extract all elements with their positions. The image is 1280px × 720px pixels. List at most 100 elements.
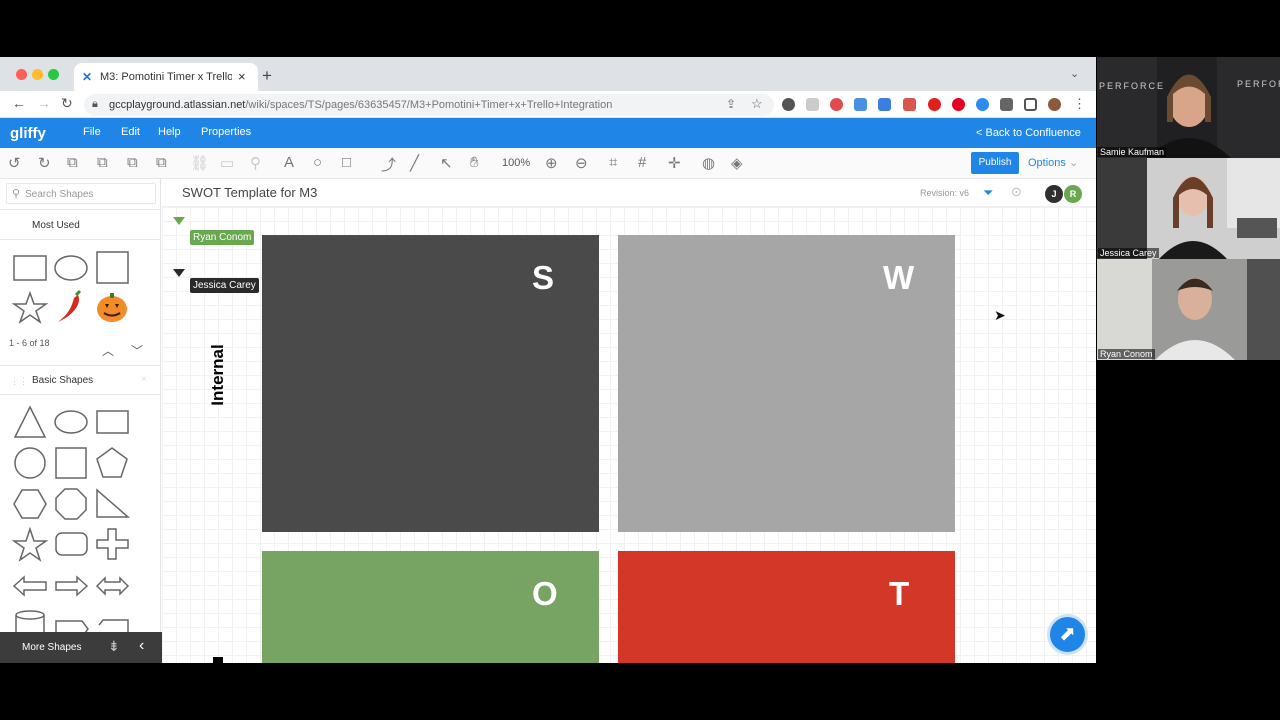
- circle-shape: [14, 447, 46, 479]
- copy-icon[interactable]: ⧉: [67, 154, 78, 171]
- line-tool-icon[interactable]: ╱: [410, 154, 419, 172]
- tab-close-icon[interactable]: ×: [238, 69, 246, 84]
- chevron-up-icon[interactable]: ︿: [102, 342, 114, 359]
- pumpkin-shape: [97, 296, 127, 322]
- browser-tab[interactable]: ✕ M3: Pomotini Timer x Trello Integratio…: [74, 63, 258, 91]
- zoom-window-button[interactable]: [48, 69, 59, 80]
- snap-icon[interactable]: ✛: [668, 154, 681, 172]
- address-bar-row: ← → ↻ 🔒︎ gccplayground.atlassian.net/wik…: [0, 91, 1096, 118]
- close-window-button[interactable]: [16, 69, 27, 80]
- kebab-menu-icon[interactable]: ⋮: [1073, 96, 1086, 112]
- shield-extension-icon[interactable]: [903, 98, 916, 111]
- play-icon[interactable]: ⊙: [1011, 184, 1022, 200]
- cursor-flag-icon: [173, 269, 185, 277]
- ellipse-shape: [54, 410, 88, 434]
- undo-icon[interactable]: ↺: [8, 154, 21, 172]
- duplicate-icon[interactable]: ⧉: [127, 154, 138, 171]
- participant-name: Ryan Conom: [1098, 349, 1155, 359]
- help-button[interactable]: ⬈: [1047, 614, 1088, 655]
- send-back-icon[interactable]: ⧉: [156, 154, 167, 171]
- document-title[interactable]: SWOT Template for M3: [182, 185, 317, 200]
- dark-mode-extension-icon[interactable]: [782, 98, 795, 111]
- close-section-icon[interactable]: ×: [141, 374, 147, 385]
- row-label-internal[interactable]: Internal: [201, 340, 231, 410]
- ellipse-tool-icon[interactable]: ○: [313, 154, 322, 171]
- theme-icon[interactable]: ◍: [702, 154, 715, 172]
- pointer-tool-icon[interactable]: ↖: [440, 154, 453, 172]
- forward-arrow-icon[interactable]: →: [37, 95, 51, 111]
- swot-weaknesses-box[interactable]: W: [618, 235, 955, 532]
- opera-extension-icon[interactable]: [928, 98, 941, 111]
- participant-video-image: [1097, 158, 1280, 259]
- basic-shapes-grid: [11, 405, 131, 640]
- quadrant-letter: O: [532, 575, 558, 612]
- video-tile: PERFORCE PERFORCE Samie Kaufman: [1097, 57, 1280, 158]
- zoom-in-icon[interactable]: ⊕: [545, 154, 558, 172]
- menu-help[interactable]: Help: [158, 126, 181, 138]
- menu-file[interactable]: File: [83, 126, 101, 138]
- text-tool-icon[interactable]: A: [284, 154, 294, 171]
- filter-icon[interactable]: ⏷: [983, 185, 993, 201]
- rectangle-shape: [13, 255, 47, 281]
- collapse-icon[interactable]: ⇟: [108, 638, 120, 655]
- gliffy-header: gliffy File Edit Help Properties < Back …: [0, 118, 1096, 148]
- translate-extension-icon[interactable]: [878, 98, 891, 111]
- zoom-out-icon[interactable]: ⊖: [575, 154, 588, 172]
- profile-avatar[interactable]: [1048, 98, 1061, 111]
- hand-tool-icon[interactable]: ✋︎: [470, 154, 479, 171]
- layers-icon[interactable]: ◈: [731, 154, 743, 172]
- publish-button[interactable]: Publish: [971, 152, 1019, 174]
- extension-icon[interactable]: [806, 98, 819, 111]
- bookmark-star-icon[interactable]: ☆: [751, 96, 763, 112]
- revision-label[interactable]: Revision: v6: [920, 188, 969, 198]
- rounded-rectangle-shape: [55, 532, 88, 556]
- url-host: gccplayground.atlassian.net: [109, 99, 246, 111]
- crop-icon[interactable]: ⌗: [609, 154, 617, 171]
- triangle-shape: [13, 405, 47, 438]
- tab-search-chevron-icon[interactable]: ⌄: [1070, 67, 1079, 80]
- back-arrow-icon[interactable]: ←: [12, 95, 26, 111]
- swot-threats-box[interactable]: T: [618, 551, 955, 663]
- internal-label: Internal: [208, 344, 227, 405]
- menu-edit[interactable]: Edit: [121, 126, 140, 138]
- more-shapes-bar[interactable]: More Shapes ⇟ ‹: [0, 632, 168, 663]
- calendar-extension-icon[interactable]: [854, 98, 867, 111]
- more-shapes-label: More Shapes: [22, 642, 82, 653]
- collaborator-avatar[interactable]: R: [1064, 185, 1082, 203]
- search-shapes-input[interactable]: ⚲ Search Shapes: [6, 183, 156, 204]
- minimize-window-button[interactable]: [32, 69, 43, 80]
- new-tab-button[interactable]: +: [262, 66, 272, 86]
- todoist-extension-icon[interactable]: [830, 98, 843, 111]
- grid-icon[interactable]: #: [638, 154, 646, 171]
- link-icon[interactable]: ⛓: [190, 154, 209, 172]
- share-icon[interactable]: ⇪: [726, 97, 736, 111]
- redo-icon[interactable]: ↻: [38, 154, 51, 172]
- star-shape: [11, 290, 49, 324]
- row-label-external[interactable]: [201, 650, 231, 663]
- cross-shape: [96, 528, 129, 560]
- options-menu[interactable]: Options ⌄: [1028, 156, 1078, 169]
- format-painter-icon[interactable]: ⚲: [250, 154, 261, 172]
- ellipse-shape: [54, 255, 88, 281]
- collaborator-avatar[interactable]: J: [1045, 185, 1063, 203]
- options-label: Options: [1028, 157, 1066, 169]
- connector-tool-icon[interactable]: ⤴: [381, 154, 396, 175]
- rectangle-tool-icon[interactable]: □: [342, 154, 351, 171]
- swot-strengths-box[interactable]: S: [262, 235, 599, 532]
- url-field[interactable]: 🔒︎ gccplayground.atlassian.net/wiki/spac…: [84, 94, 774, 116]
- chevron-down-icon[interactable]: ﹀: [131, 342, 143, 359]
- puzzle-extensions-icon[interactable]: [1000, 98, 1013, 111]
- drag-handle-icon[interactable]: ⋮⋮: [10, 376, 28, 387]
- reload-icon[interactable]: ↻: [61, 95, 73, 112]
- chevron-left-icon[interactable]: ‹: [139, 637, 144, 655]
- zoom-level[interactable]: 100%: [502, 157, 530, 169]
- comment-icon[interactable]: ▭: [220, 154, 234, 172]
- pinterest-extension-icon[interactable]: [952, 98, 965, 111]
- back-to-confluence-link[interactable]: < Back to Confluence: [976, 127, 1081, 139]
- swot-opportunities-box[interactable]: O: [262, 551, 599, 663]
- grammar-extension-icon[interactable]: [976, 98, 989, 111]
- right-triangle-shape: [96, 488, 131, 518]
- bring-front-icon[interactable]: ⧉: [97, 154, 108, 171]
- side-panel-icon[interactable]: [1024, 98, 1037, 111]
- menu-properties[interactable]: Properties: [201, 126, 251, 138]
